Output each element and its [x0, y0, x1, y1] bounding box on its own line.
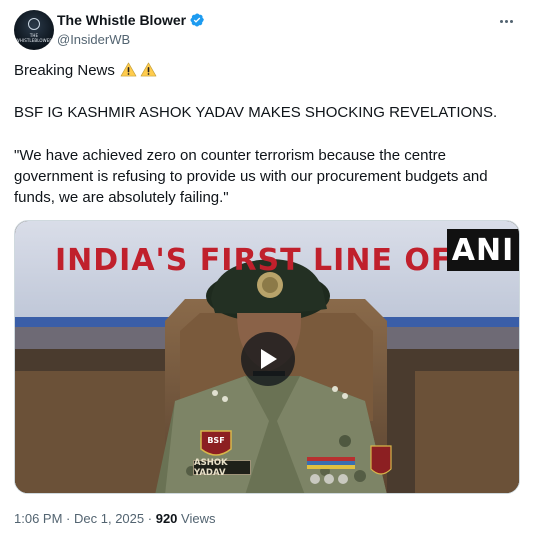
play-icon: [261, 349, 277, 369]
tweet-date[interactable]: Dec 1, 2025: [74, 511, 144, 526]
avatar-text: THE WHISTLEBLOWER: [15, 33, 53, 43]
play-button[interactable]: [241, 332, 295, 386]
badge-text: BSF: [207, 436, 224, 445]
views-count: 920: [155, 511, 178, 526]
breaking-news-text: Breaking News: [14, 62, 115, 79]
banner-text: INDIA'S FIRST LINE OF D: [55, 243, 490, 278]
tweet-line-2: BSF IG KASHMIR ASHOK YADAV MAKES SHOCKIN…: [14, 104, 498, 121]
ani-watermark: ANI: [447, 229, 519, 271]
warning-icon: [140, 62, 157, 77]
avatar[interactable]: THE WHISTLEBLOWER: [14, 10, 54, 50]
display-name-row[interactable]: The Whistle Blower: [57, 11, 205, 29]
nameplate: ASHOK YADAV: [193, 458, 251, 478]
more-options-icon[interactable]: [494, 12, 518, 30]
meta-separator: ·: [147, 511, 153, 526]
author-block: The Whistle Blower @InsiderWB: [57, 11, 205, 49]
tweet-line-1: Breaking News: [14, 60, 157, 81]
views-label: Views: [181, 511, 216, 526]
warning-icon: [120, 62, 137, 77]
meta-separator: ·: [66, 511, 71, 526]
display-name[interactable]: The Whistle Blower: [57, 11, 186, 29]
tweet-line-3: "We have achieved zero on counter terror…: [14, 147, 488, 206]
verified-badge-icon: [190, 13, 204, 27]
tweet-time[interactable]: 1:06 PM: [14, 511, 62, 526]
tweet-meta: 1:06 PM · Dec 1, 2025 · 920 Views: [14, 510, 216, 528]
tweet-header: THE WHISTLEBLOWER The Whistle Blower @In…: [14, 10, 520, 50]
handle[interactable]: @InsiderWB: [57, 31, 205, 49]
whistle-logo-icon: [28, 18, 40, 30]
video-player[interactable]: BSF INDIA'S FIRST LINE OF D ANI ASHOK YA…: [14, 220, 520, 494]
